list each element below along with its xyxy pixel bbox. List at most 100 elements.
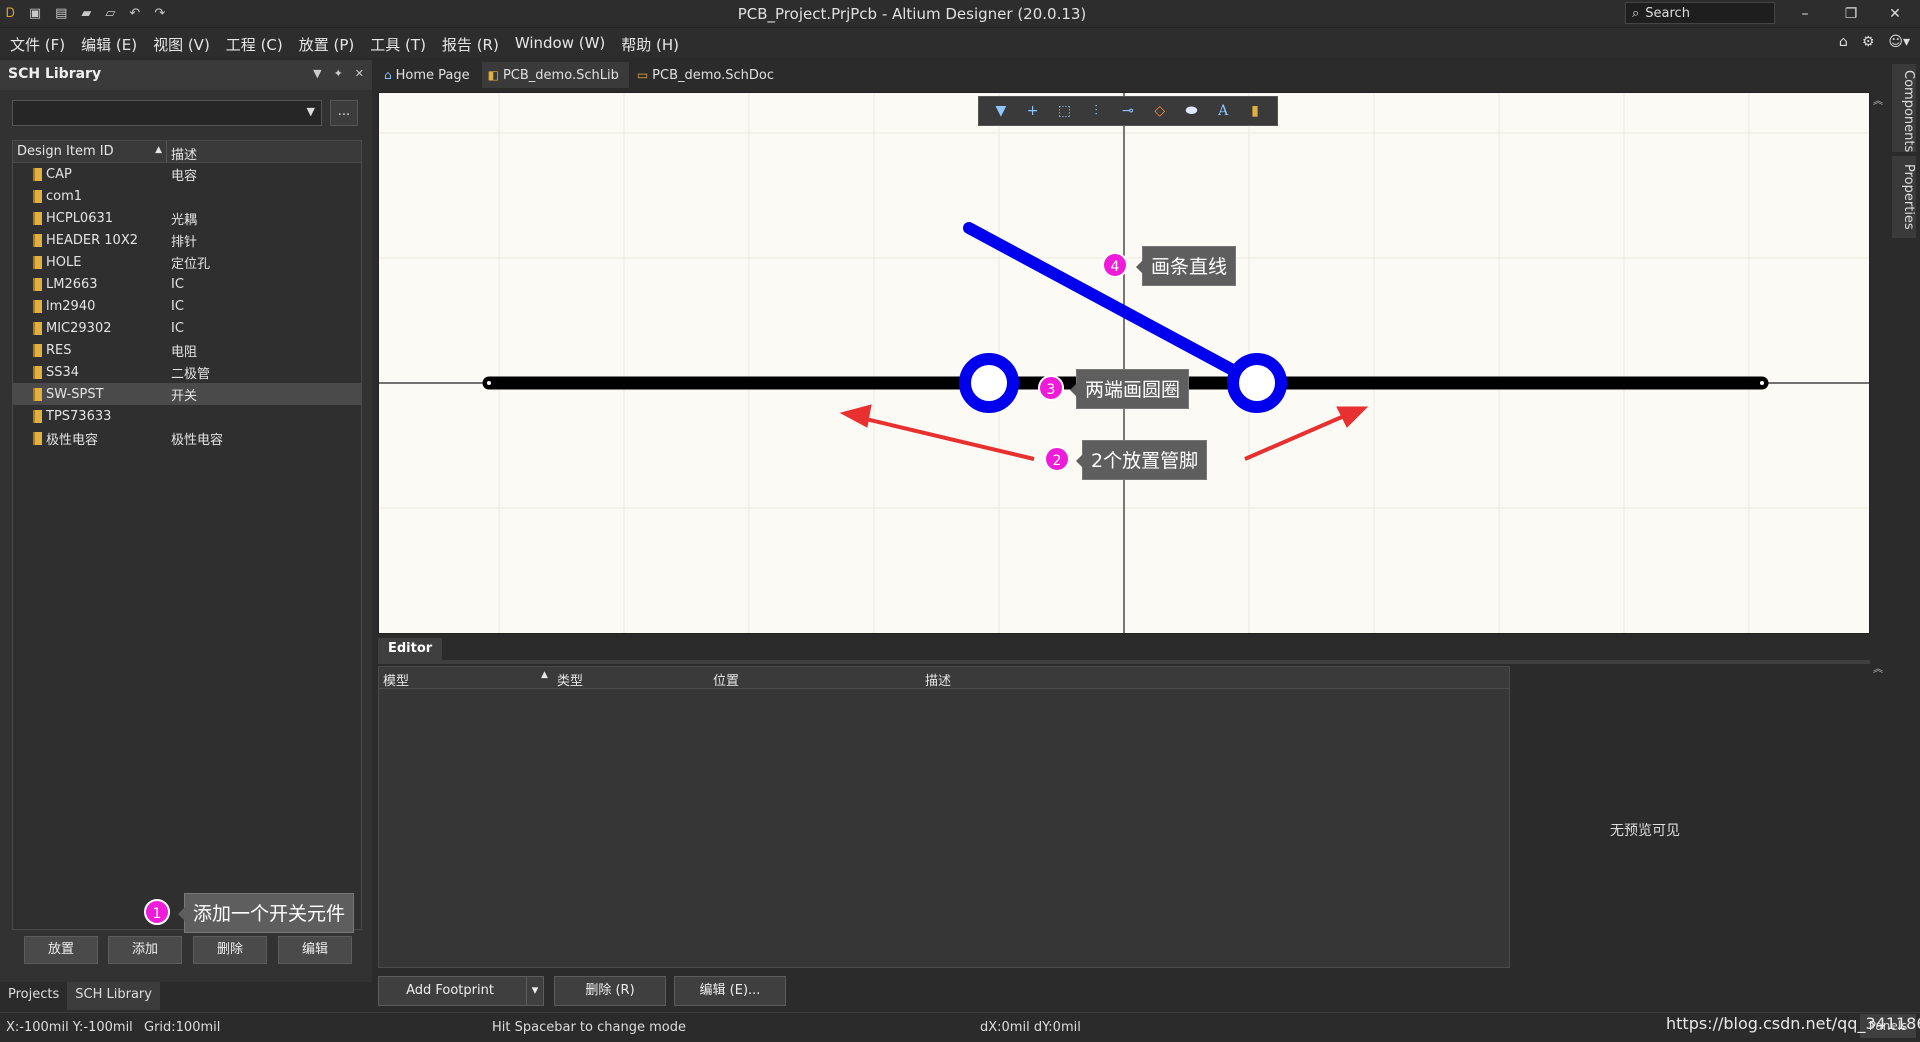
list-item[interactable]: 极性电容 极性电容 — [13, 427, 361, 449]
tab-projects[interactable]: Projects — [0, 982, 67, 1010]
list-item[interactable]: SW-SPST 开关 — [13, 383, 361, 405]
menu-reports[interactable]: 报告 (R) — [442, 34, 499, 55]
menu-project[interactable]: 工程 (C) — [226, 34, 283, 55]
list-item[interactable]: MIC29302 IC — [13, 317, 361, 339]
menu-window[interactable]: Window (W) — [515, 34, 605, 55]
delete-model-button[interactable]: 删除 (R) — [554, 976, 666, 1006]
list-item-id: SS34 — [13, 365, 167, 380]
list-item-id: CAP — [13, 167, 167, 182]
menu-help[interactable]: 帮助 (H) — [621, 34, 679, 55]
callout-badge-2: 2 — [1044, 446, 1070, 472]
minimize-button[interactable]: – — [1790, 3, 1820, 25]
list-item[interactable]: RES 电阻 — [13, 339, 361, 361]
mode-hint: Hit Spacebar to change mode — [492, 1020, 686, 1035]
right-circle[interactable] — [1227, 353, 1287, 413]
tab-schlib[interactable]: ◧ PCB_demo.SchLib — [481, 62, 629, 88]
home-icon[interactable]: ⌂ — [1839, 34, 1848, 50]
component-icon — [33, 189, 42, 203]
editor-tab[interactable]: Editor — [378, 638, 442, 660]
align-icon[interactable]: ⫶ — [1085, 103, 1107, 119]
list-item[interactable]: LM2663 IC — [13, 273, 361, 295]
editor-collapse-icon[interactable]: ︽ — [1870, 660, 1886, 675]
document-tabs: ⌂ Home Page ◧ PCB_demo.SchLib ▭ PCB_demo… — [378, 62, 785, 88]
list-item-desc: 电容 — [171, 168, 198, 184]
fill-icon[interactable]: ◇ — [1149, 103, 1171, 119]
column-description[interactable]: 描述 — [925, 670, 951, 689]
title-bar: Ꭰ ▣ ▤ ▰ ▱ ↶ ↷ PCB_Project.PrjPcb - Altiu… — [0, 0, 1920, 28]
list-item[interactable]: TPS73633 — [13, 405, 361, 427]
add-button[interactable]: 添加 — [108, 936, 182, 964]
column-location[interactable]: 位置 — [713, 670, 739, 689]
menu-view[interactable]: 视图 (V) — [153, 34, 210, 55]
component-icon — [33, 365, 42, 379]
model-grid: 模型 ▲ 类型 位置 描述 — [378, 666, 1510, 968]
list-item[interactable]: CAP 电容 — [13, 163, 361, 185]
tab-properties[interactable]: Properties — [1892, 156, 1916, 238]
delete-button[interactable]: 删除 — [193, 936, 267, 964]
editor-tab-strip — [378, 660, 1870, 664]
right-panel-strip: Components Properties — [1888, 62, 1920, 1007]
edit-button[interactable]: 编辑 — [278, 936, 352, 964]
tab-components[interactable]: Components — [1892, 64, 1916, 152]
list-item[interactable]: HEADER 10X2 排针 — [13, 229, 361, 251]
filter-combobox[interactable]: ▼ — [12, 100, 322, 126]
grid-size: Grid:100mil — [144, 1020, 221, 1035]
list-item-id: LM2663 — [13, 277, 167, 292]
restore-button[interactable]: ❐ — [1836, 3, 1866, 25]
column-model[interactable]: 模型 — [383, 670, 409, 689]
list-item-desc: IC — [171, 276, 184, 292]
list-item[interactable]: lm2940 IC — [13, 295, 361, 317]
component-icon — [33, 233, 42, 247]
filter-icon[interactable]: ▼ — [990, 103, 1012, 119]
left-circle[interactable] — [959, 353, 1019, 413]
sort-asc-icon: ▲ — [541, 670, 548, 680]
list-item[interactable]: HCPL0631 光耦 — [13, 207, 361, 229]
menu-place[interactable]: 放置 (P) — [299, 34, 355, 55]
list-item-id: SW-SPST — [13, 387, 167, 402]
list-item-id: lm2940 — [13, 299, 167, 314]
panel-header: SCH Library ▼ ✦ ✕ — [0, 60, 372, 90]
place-pin-icon[interactable]: ⊸ — [1117, 103, 1139, 119]
browse-button[interactable]: ... — [330, 100, 358, 126]
edit-model-button[interactable]: 编辑 (E)... — [674, 976, 786, 1006]
crosshair-icon[interactable]: + — [1022, 103, 1044, 119]
pin-icon[interactable]: ✦ — [334, 67, 343, 80]
list-item-id: 极性电容 — [13, 429, 167, 448]
menu-file[interactable]: 文件 (F) — [10, 34, 65, 55]
menu-edit[interactable]: 编辑 (E) — [81, 34, 137, 55]
add-footprint-dropdown-icon[interactable]: ▾ — [526, 976, 544, 1006]
part-icon[interactable]: ▮ — [1244, 103, 1266, 119]
list-item[interactable]: com1 — [13, 185, 361, 207]
tab-sch-library[interactable]: SCH Library — [67, 982, 160, 1010]
user-icon[interactable]: ☺▾ — [1888, 34, 1910, 50]
column-type[interactable]: 类型 — [557, 670, 583, 689]
panel-close-icon[interactable]: ✕ — [355, 67, 364, 80]
close-button[interactable]: ✕ — [1880, 3, 1910, 25]
panel-menu-icon[interactable]: ▼ — [313, 67, 321, 80]
place-button[interactable]: 放置 — [24, 936, 98, 964]
column-design-item-id[interactable]: Design Item ID ▲ — [13, 141, 167, 162]
schematic-canvas[interactable] — [378, 92, 1870, 634]
canvas-scroll-up-icon[interactable]: ︽ — [1870, 92, 1886, 107]
list-item[interactable]: HOLE 定位孔 — [13, 251, 361, 273]
add-footprint-button[interactable]: Add Footprint — [378, 976, 544, 1006]
menu-tools[interactable]: 工具 (T) — [370, 34, 426, 55]
select-rectangle-icon[interactable]: ⬚ — [1053, 103, 1075, 119]
search-icon: ⌕ — [1632, 5, 1640, 21]
gear-icon[interactable]: ⚙ — [1862, 34, 1875, 50]
component-icon — [33, 431, 42, 445]
tab-schdoc[interactable]: ▭ PCB_demo.SchDoc — [630, 62, 785, 88]
list-header: Design Item ID ▲ 描述 — [13, 141, 361, 163]
watermark-url: https://blog.csdn.net/qq_34118600 — [1666, 1014, 1920, 1033]
component-icon — [33, 343, 42, 357]
list-item[interactable]: SS34 二极管 — [13, 361, 361, 383]
search-input[interactable]: ⌕ Search — [1625, 2, 1775, 24]
text-icon[interactable]: A — [1212, 103, 1234, 119]
chevron-down-icon: ▼ — [306, 105, 315, 118]
tab-home-page[interactable]: ⌂ Home Page — [378, 62, 480, 88]
column-description[interactable]: 描述 — [167, 141, 201, 163]
ellipse-icon[interactable]: ⬬ — [1180, 103, 1202, 119]
sort-asc-icon: ▲ — [155, 145, 162, 155]
schdoc-file-icon: ▭ — [636, 68, 649, 82]
window-title: PCB_Project.PrjPcb - Altium Designer (20… — [737, 5, 1087, 23]
